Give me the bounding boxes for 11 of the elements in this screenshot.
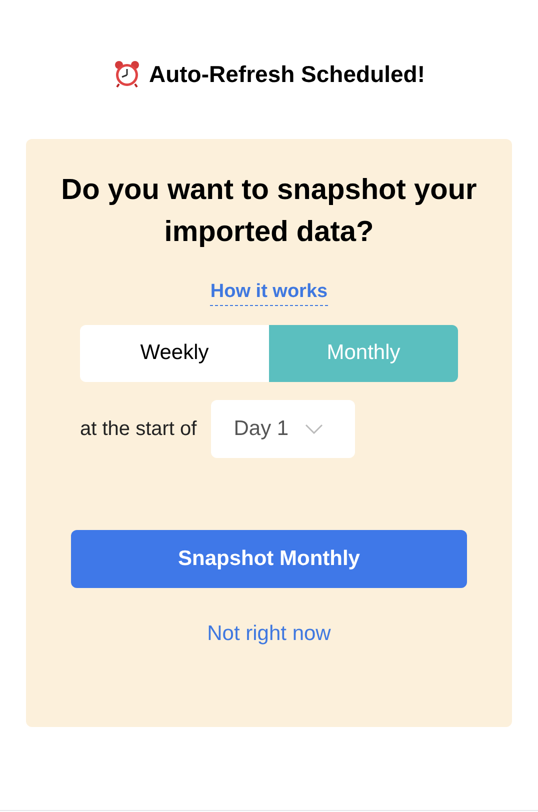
chevron-down-icon [304, 424, 323, 434]
question-heading: Do you want to snapshot your imported data? [60, 172, 478, 250]
dialog-title: Auto-Refresh Scheduled! [148, 60, 426, 89]
snapshot-button[interactable]: Snapshot Monthly [71, 530, 467, 588]
help-link[interactable]: How it works [210, 278, 328, 306]
frequency-tab[interactable]: Monthly [269, 324, 458, 382]
frequency-tab[interactable]: Weekly [80, 324, 269, 382]
dismiss-link[interactable]: Not right now [207, 618, 331, 649]
start-label: at the start of [80, 416, 197, 442]
day-dropdown[interactable]: Day 1 [210, 400, 355, 458]
alarm-clock-icon [112, 60, 141, 88]
